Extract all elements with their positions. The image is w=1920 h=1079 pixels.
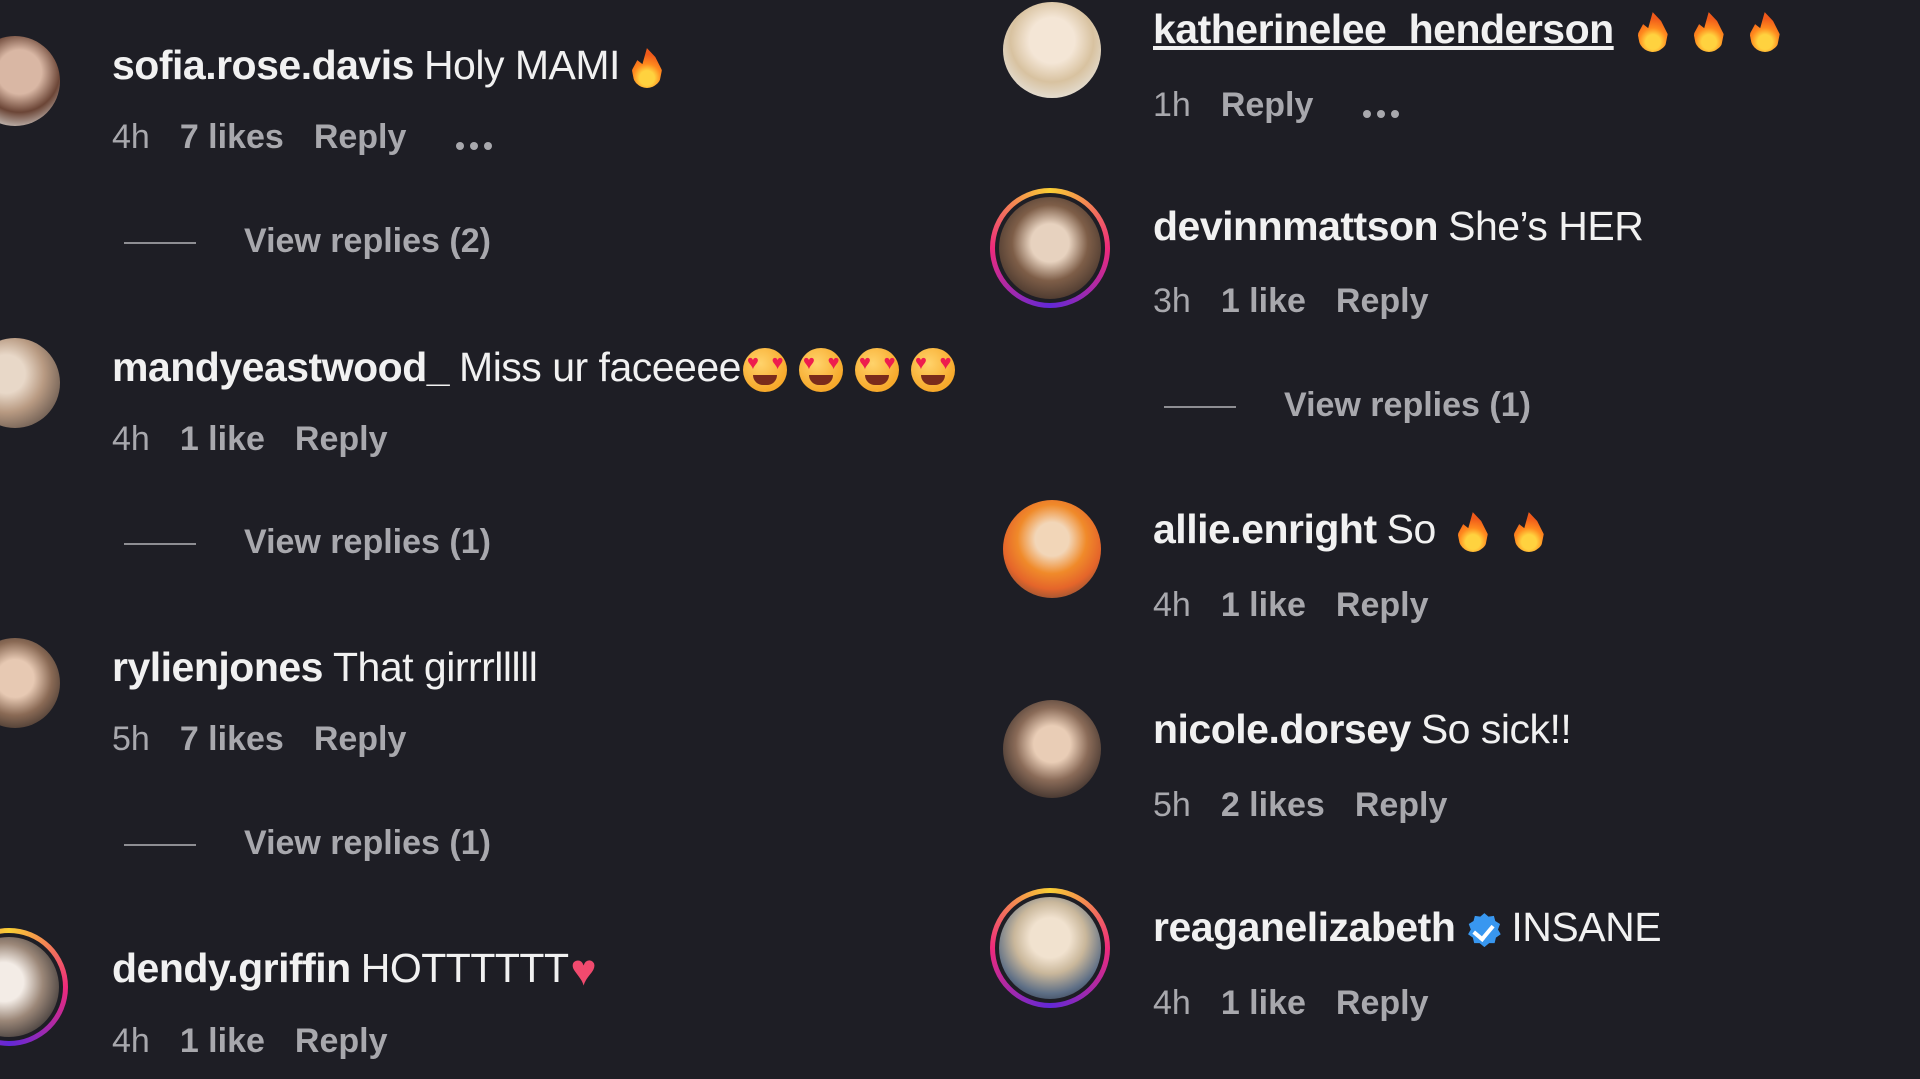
comment-username[interactable]: dendy.griffin (112, 945, 351, 991)
fire-emoji-icon (1693, 12, 1724, 53)
likes-count[interactable]: 7 likes (180, 720, 284, 759)
likes-count[interactable]: 7 likes (180, 118, 284, 157)
likes-count[interactable]: 1 like (180, 1022, 265, 1061)
view-replies-label: View replies (1) (1284, 386, 1531, 424)
comment-timestamp: 4h (1153, 586, 1191, 624)
likes-count[interactable]: 1 like (1221, 282, 1306, 321)
comment-timestamp: 1h (1153, 86, 1191, 124)
likes-count[interactable]: 1 like (180, 420, 265, 459)
comment-text: That girrrlllll (332, 644, 538, 690)
reply-button[interactable]: Reply (295, 1022, 388, 1061)
comment-username[interactable]: allie.enright (1153, 506, 1377, 552)
verified-badge-icon (1468, 913, 1501, 948)
avatar[interactable] (990, 888, 1110, 1008)
reply-button[interactable]: Reply (1221, 86, 1314, 125)
view-replies-button[interactable]: View replies (1) (124, 523, 491, 562)
replies-divider (124, 543, 196, 546)
reply-button[interactable]: Reply (1336, 282, 1429, 321)
reply-button[interactable]: Reply (1336, 984, 1429, 1023)
comment-username[interactable]: mandyeastwood_ (112, 344, 450, 390)
reply-button[interactable]: Reply (314, 118, 407, 157)
reply-button[interactable]: Reply (295, 420, 388, 459)
avatar[interactable] (1003, 500, 1101, 598)
likes-count[interactable]: 1 like (1221, 984, 1306, 1023)
view-replies-label: View replies (1) (244, 824, 491, 862)
avatar[interactable] (990, 188, 1110, 308)
replies-divider (1164, 406, 1236, 409)
replies-divider (124, 242, 196, 245)
view-replies-label: View replies (1) (244, 523, 491, 561)
heart-eyes-emoji-icon (854, 348, 899, 393)
comment-username[interactable]: rylienjones (112, 644, 323, 690)
comment-text: Holy MAMI (423, 42, 620, 88)
heart-eyes-emoji-icon (910, 348, 955, 393)
view-replies-label: View replies (2) (244, 222, 491, 260)
avatar[interactable] (0, 638, 60, 728)
comment-timestamp: 4h (112, 420, 150, 458)
avatar[interactable] (1003, 700, 1101, 798)
fire-emoji-icon (1637, 12, 1668, 53)
comment-text: Miss ur faceeee (459, 344, 741, 390)
avatar[interactable] (1003, 2, 1101, 98)
reply-button[interactable]: Reply (314, 720, 407, 759)
likes-count[interactable]: 2 likes (1221, 786, 1325, 825)
avatar[interactable] (0, 928, 68, 1046)
likes-count[interactable]: 1 like (1221, 586, 1306, 625)
comment-text: INSANE (1511, 904, 1662, 950)
fire-emoji-icon (1513, 512, 1544, 553)
reply-button[interactable]: Reply (1336, 586, 1429, 625)
more-options-icon[interactable] (1363, 88, 1405, 127)
comment-username[interactable]: reaganelizabeth (1153, 904, 1456, 950)
fire-emoji-icon (631, 48, 662, 89)
comment-timestamp: 4h (1153, 984, 1191, 1022)
view-replies-button[interactable]: View replies (2) (124, 222, 491, 261)
avatar[interactable] (0, 36, 60, 126)
comment-username[interactable]: nicole.dorsey (1153, 706, 1411, 752)
comment-username[interactable]: sofia.rose.davis (112, 42, 414, 88)
comment-timestamp: 5h (1153, 786, 1191, 824)
comment-timestamp: 3h (1153, 282, 1191, 320)
view-replies-button[interactable]: View replies (1) (1164, 386, 1531, 425)
more-options-icon[interactable] (456, 120, 498, 159)
comment-username[interactable]: devinnmattson (1153, 203, 1439, 249)
comment-timestamp: 5h (112, 720, 150, 758)
heart-eyes-emoji-icon (742, 348, 787, 393)
replies-divider (124, 844, 196, 847)
reply-button[interactable]: Reply (1355, 786, 1448, 825)
comments-panel: sofia.rose.davis Holy MAMI 4h 7 likes Reply… (0, 0, 1920, 1079)
avatar[interactable] (0, 338, 60, 428)
fire-emoji-icon (1457, 512, 1488, 553)
comment-username[interactable]: katherinelee_henderson (1153, 6, 1614, 52)
comment-text: So (1386, 506, 1437, 552)
view-replies-button[interactable]: View replies (1) (124, 824, 491, 863)
comment-timestamp: 4h (112, 118, 150, 156)
heart-emoji-icon: ♥ (570, 946, 597, 996)
heart-eyes-emoji-icon (798, 348, 843, 393)
fire-emoji-icon (1749, 12, 1780, 53)
comment-text: So sick!! (1420, 706, 1572, 752)
comment-text: HOTTTTTT (360, 945, 569, 991)
comment-text: She’s HER (1448, 203, 1644, 249)
comment-timestamp: 4h (112, 1022, 150, 1060)
